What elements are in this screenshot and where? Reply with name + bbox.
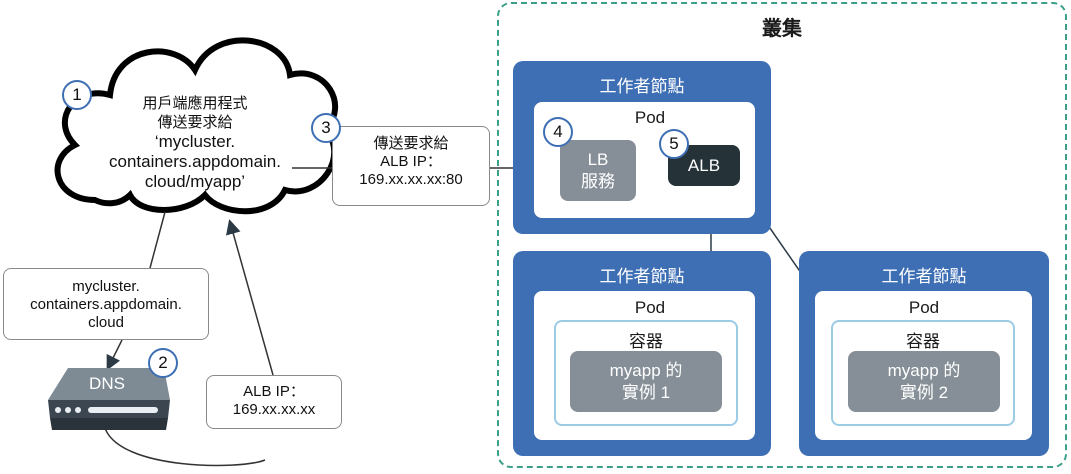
step-badge-5: 5	[659, 129, 689, 159]
dns-reply-note: ALB IP： 169.xx.xx.xx	[206, 375, 342, 429]
client-url-line-2: containers.appdomain.	[108, 152, 281, 171]
client-url-line-1: ‘mycluster.	[154, 132, 236, 151]
myapp-instance-1-line-2: 實例 1	[621, 382, 671, 402]
lb-service-line-2: 服務	[581, 171, 615, 191]
pod-1-title: Pod	[634, 108, 666, 127]
container-1-title: 容器	[629, 332, 663, 351]
pod-2-title: Pod	[634, 298, 666, 317]
request-line-1: 傳送要求給	[373, 135, 449, 152]
myapp-instance-2-line-2: 實例 2	[899, 382, 949, 402]
worker-node-3-title: 工作者節點	[881, 267, 967, 286]
dns-query-note: mycluster. containers.appdomain. cloud	[3, 268, 209, 340]
myapp-instance-2: myapp 的 實例 2	[848, 351, 1000, 412]
myapp-instance-1: myapp 的 實例 1	[570, 351, 722, 412]
client-url-line-3: cloud/myapp’	[144, 172, 246, 191]
dns-label: DNS	[89, 374, 125, 393]
dns-query-line-1: mycluster.	[72, 278, 140, 295]
worker-node-1-title: 工作者節點	[599, 77, 685, 96]
step-badge-3: 3	[311, 113, 341, 143]
step-badge-4: 4	[543, 117, 573, 147]
step-badge-2: 2	[148, 348, 178, 378]
client-app-text: 用戶端應用程式 傳送要求給 ‘mycluster. containers.app…	[100, 94, 290, 192]
client-line-2: 傳送要求給	[157, 114, 233, 131]
request-note: 傳送要求給 ALB IP： 169.xx.xx.xx:80	[332, 126, 490, 206]
pod-3-title: Pod	[908, 298, 940, 317]
worker-node-2-title: 工作者節點	[599, 267, 685, 286]
step-badge-1: 1	[62, 80, 92, 110]
dns-query-line-2: containers.appdomain.	[30, 296, 182, 313]
request-line-3: 169.xx.xx.xx:80	[359, 171, 463, 188]
dns-query-line-3: cloud	[88, 314, 124, 331]
client-line-1: 用戶端應用程式	[142, 95, 248, 112]
lb-service: LB 服務	[560, 140, 636, 201]
dns-reply-line-2: 169.xx.xx.xx	[232, 401, 316, 418]
request-line-2: ALB IP：	[380, 153, 442, 170]
container-2-title: 容器	[906, 332, 940, 351]
lb-service-line-1: LB	[587, 149, 609, 169]
myapp-instance-2-line-1: myapp 的	[887, 360, 961, 380]
myapp-instance-1-line-1: myapp 的	[609, 360, 683, 380]
cluster-title: 叢集	[762, 18, 802, 40]
dns-reply-line-1: ALB IP：	[243, 383, 305, 400]
